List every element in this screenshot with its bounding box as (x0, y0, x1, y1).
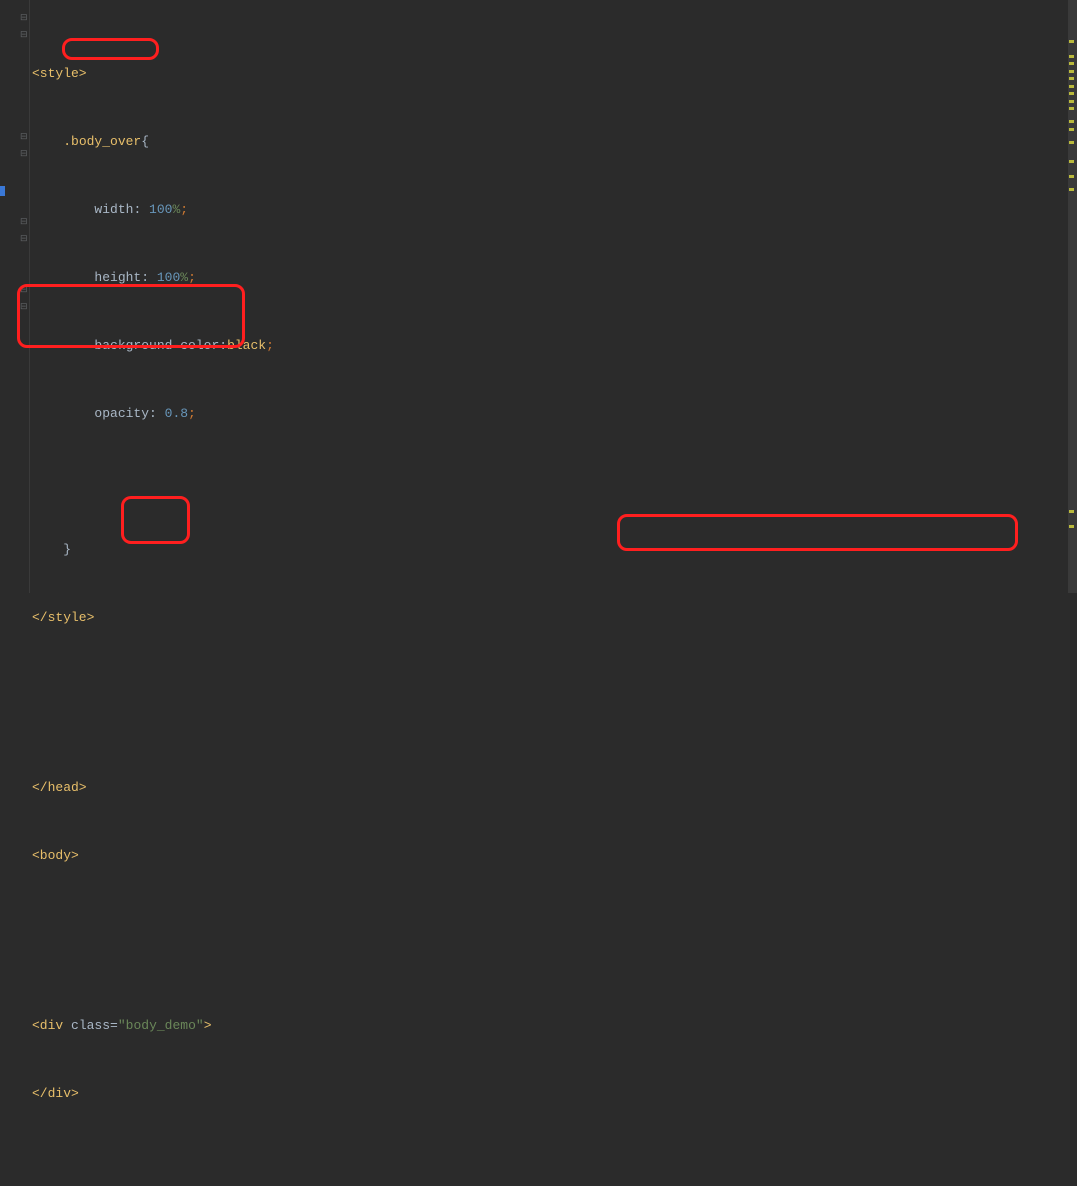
code-line[interactable] (32, 473, 1054, 490)
code-line[interactable]: .body_over{ (32, 133, 1054, 150)
fold-icon[interactable]: ⊟ (20, 133, 29, 142)
code-line[interactable]: background-color:black; (32, 337, 1054, 354)
warning-marker[interactable] (1069, 70, 1074, 73)
warning-marker[interactable] (1069, 188, 1074, 191)
warning-marker[interactable] (1069, 55, 1074, 58)
fold-icon[interactable]: ⊟ (20, 31, 29, 40)
fold-icon[interactable]: ⊟ (20, 14, 29, 23)
code-area[interactable]: <style> .body_over{ width: 100%; height:… (32, 14, 1054, 1186)
warning-marker[interactable] (1069, 77, 1074, 80)
warning-marker[interactable] (1069, 141, 1074, 144)
fold-icon[interactable]: ⊟ (20, 303, 29, 312)
warning-marker[interactable] (1069, 62, 1074, 65)
fold-icon[interactable]: ⊟ (20, 235, 29, 244)
code-line[interactable] (32, 949, 1054, 966)
warning-marker[interactable] (1069, 175, 1074, 178)
warning-marker[interactable] (1069, 107, 1074, 110)
warning-marker[interactable] (1069, 128, 1074, 131)
code-line[interactable]: <body> (32, 847, 1054, 864)
code-line[interactable] (32, 660, 1054, 677)
code-line[interactable]: <div class="body_demo"> (32, 1017, 1054, 1034)
warning-marker[interactable] (1069, 510, 1074, 513)
code-line[interactable]: width: 100%; (32, 201, 1054, 218)
gutter: ⊟ ⊟ ⊟ ⊟ ⊟ ⊟ ⊟ ⊟ (0, 0, 30, 593)
code-line[interactable]: </head> (32, 779, 1054, 796)
code-line[interactable]: </style> (32, 609, 1054, 626)
error-stripe[interactable] (1068, 0, 1077, 593)
code-line[interactable]: } (32, 541, 1054, 558)
code-line[interactable]: <style> (32, 65, 1054, 82)
warning-marker[interactable] (1069, 92, 1074, 95)
fold-icon[interactable]: ⊟ (20, 286, 29, 295)
warning-marker[interactable] (1069, 160, 1074, 163)
warning-marker[interactable] (1069, 40, 1074, 43)
code-line[interactable]: height: 100%; (32, 269, 1054, 286)
warning-marker[interactable] (1069, 100, 1074, 103)
code-editor[interactable]: ⊟ ⊟ ⊟ ⊟ ⊟ ⊟ ⊟ ⊟ <style> .body_over{ widt… (0, 0, 1077, 593)
code-line[interactable] (32, 1136, 1054, 1153)
code-line[interactable]: </div> (32, 1085, 1054, 1102)
code-line[interactable]: opacity: 0.8; (32, 405, 1054, 422)
fold-icon[interactable]: ⊟ (20, 218, 29, 227)
warning-marker[interactable] (1069, 525, 1074, 528)
warning-marker[interactable] (1069, 120, 1074, 123)
caret-indicator (0, 186, 5, 196)
warning-marker[interactable] (1069, 85, 1074, 88)
fold-icon[interactable]: ⊟ (20, 150, 29, 159)
code-line[interactable] (32, 711, 1054, 728)
code-line[interactable] (32, 898, 1054, 915)
